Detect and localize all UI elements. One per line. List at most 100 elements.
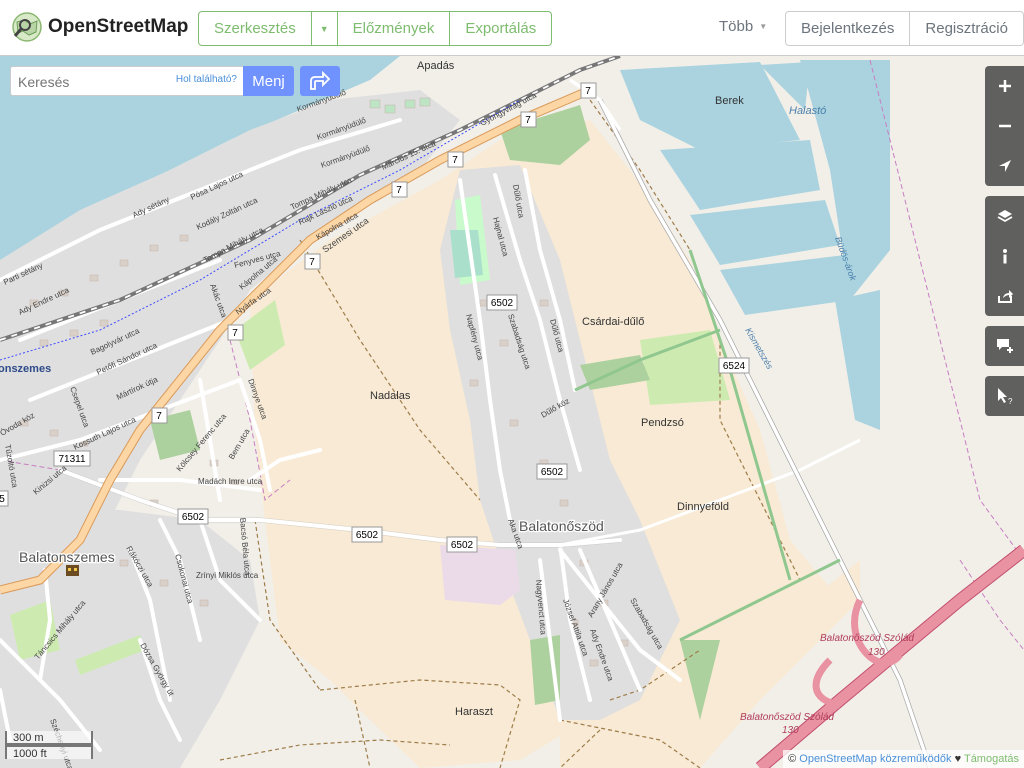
map-canvas[interactable]: 7 7 7 7 7 7 7 6502 6502 6502 6502 6502 6… (0, 56, 1024, 768)
layers-icon (997, 210, 1012, 223)
map-tools (985, 196, 1024, 316)
osm-logo-icon (12, 12, 42, 42)
svg-text:7: 7 (156, 411, 162, 422)
road-shield-7: 7 (520, 111, 537, 128)
road-shield-7: 7 (151, 407, 168, 424)
layers-button[interactable] (985, 196, 1024, 236)
place-label-haraszt: Haraszt (455, 706, 493, 718)
map-key-button[interactable] (985, 236, 1024, 276)
road-shield-7: 7 (391, 181, 408, 198)
signup-button[interactable]: Regisztráció (910, 11, 1024, 46)
query-features-button[interactable]: ? (985, 376, 1024, 416)
place-label-pendzso: Pendzsó (641, 417, 684, 429)
road-shield-6502: 6502 (351, 526, 383, 543)
locate-button[interactable] (985, 146, 1024, 186)
directions-icon (310, 71, 331, 90)
export-button[interactable]: Exportálás (450, 11, 553, 46)
zoom-controls (985, 66, 1024, 186)
road-shield-5: 5 (0, 490, 9, 507)
logo[interactable]: OpenStreetMap (12, 12, 188, 42)
road-shield-71311: 71311 (53, 450, 91, 467)
place-label-balatonoszod: Balatonőszöd (519, 518, 604, 534)
place-label-balatonszemes: Balatonszemes (19, 549, 115, 565)
street-label: Madách Imre utca (198, 477, 263, 486)
directions-button[interactable] (300, 66, 340, 96)
edit-button[interactable]: Szerkesztés (198, 11, 312, 46)
road-shield-7: 7 (304, 253, 321, 270)
more-menu[interactable]: Több ▼ (719, 18, 767, 35)
attribution: © OpenStreetMap közreműködők ♥ Támogatás (783, 750, 1024, 768)
share-icon (997, 290, 1013, 303)
scale-imperial: 1000 ft (5, 745, 93, 760)
svg-text:6502: 6502 (356, 530, 379, 541)
svg-text:6524: 6524 (723, 361, 746, 372)
svg-text:6502: 6502 (182, 512, 205, 523)
svg-text:5: 5 (0, 494, 5, 505)
svg-text:?: ? (1008, 397, 1013, 405)
query-control: ? (985, 376, 1024, 416)
road-shield-6502: 6502 (536, 463, 568, 480)
add-note-button[interactable] (985, 326, 1024, 366)
info-icon (1002, 249, 1007, 264)
place-label-hwy-130b: 130 (782, 725, 799, 736)
place-label-balatonszemes-partial: onszemes (0, 363, 51, 375)
support-link[interactable]: Támogatás (964, 753, 1019, 765)
place-label-dinnyefold: Dinnyeföld (677, 501, 729, 513)
place-label-apadas: Apadás (417, 60, 455, 72)
minus-icon (998, 124, 1011, 128)
scale-bar: 300 m 1000 ft (5, 731, 93, 760)
auth-buttons: Bejelentkezés Regisztráció (785, 11, 1024, 46)
place-label-halasto: Halastó (789, 105, 826, 117)
svg-text:7: 7 (525, 115, 531, 126)
note-control (985, 326, 1024, 366)
road-shield-7: 7 (227, 324, 244, 341)
search-bar: Hol található? Menj (10, 66, 340, 96)
edit-dropdown-button[interactable]: ▼ (311, 11, 338, 46)
place-label-hwy-130a: 130 (868, 647, 885, 658)
search-input[interactable] (16, 68, 170, 96)
search-go-button[interactable]: Menj (243, 66, 294, 96)
caret-down-icon: ▼ (319, 23, 329, 34)
svg-text:6502: 6502 (541, 467, 564, 478)
query-cursor-icon: ? (997, 388, 1013, 405)
road-shield-6524: 6524 (718, 357, 750, 374)
svg-text:6502: 6502 (491, 298, 514, 309)
place-label-nadalas: Nadalas (370, 390, 411, 402)
svg-text:7: 7 (585, 86, 591, 97)
svg-text:7: 7 (309, 257, 315, 268)
svg-text:71311: 71311 (58, 454, 86, 465)
road-shield-6502: 6502 (177, 508, 209, 525)
history-button[interactable]: Előzmények (337, 11, 451, 46)
copyright-symbol: © (788, 753, 797, 765)
svg-text:6502: 6502 (451, 540, 474, 551)
place-label-station1: Balatonőszöd Szólád (820, 633, 914, 644)
share-button[interactable] (985, 276, 1024, 316)
osm-contributors-link[interactable]: OpenStreetMap közreműködők (799, 753, 951, 765)
heart-icon: ♥ (954, 753, 962, 765)
zoom-out-button[interactable] (985, 106, 1024, 146)
login-button[interactable]: Bejelentkezés (785, 11, 911, 46)
place-label-berek: Berek (715, 95, 744, 107)
svg-text:7: 7 (396, 185, 402, 196)
note-add-icon (996, 339, 1013, 353)
place-label-station2: Balatonőszöd Szólád (740, 712, 834, 723)
caret-down-icon: ▼ (759, 22, 768, 31)
zoom-in-button[interactable] (985, 66, 1024, 106)
svg-text:7: 7 (452, 155, 458, 166)
search-box: Hol található? (10, 66, 243, 96)
castle-icon (66, 565, 79, 576)
place-label-csardai-dulo: Csárdai-dűlő (582, 316, 644, 328)
road-shield-7: 7 (580, 82, 597, 99)
logo-text: OpenStreetMap (48, 16, 189, 37)
location-arrow-icon (998, 160, 1011, 172)
where-am-i-link[interactable]: Hol található? (176, 74, 237, 85)
header-bar: OpenStreetMap Szerkesztés ▼ Előzmények E… (0, 0, 1024, 56)
road-shield-6502: 6502 (486, 294, 518, 311)
road-shield-6502: 6502 (446, 536, 478, 553)
edit-button-group: Szerkesztés ▼ Előzmények Exportálás (198, 11, 553, 46)
road-shield-7: 7 (447, 151, 464, 168)
more-label: Több (719, 18, 754, 35)
plus-icon (998, 80, 1011, 92)
scale-metric: 300 m (5, 731, 93, 745)
svg-text:7: 7 (232, 328, 238, 339)
